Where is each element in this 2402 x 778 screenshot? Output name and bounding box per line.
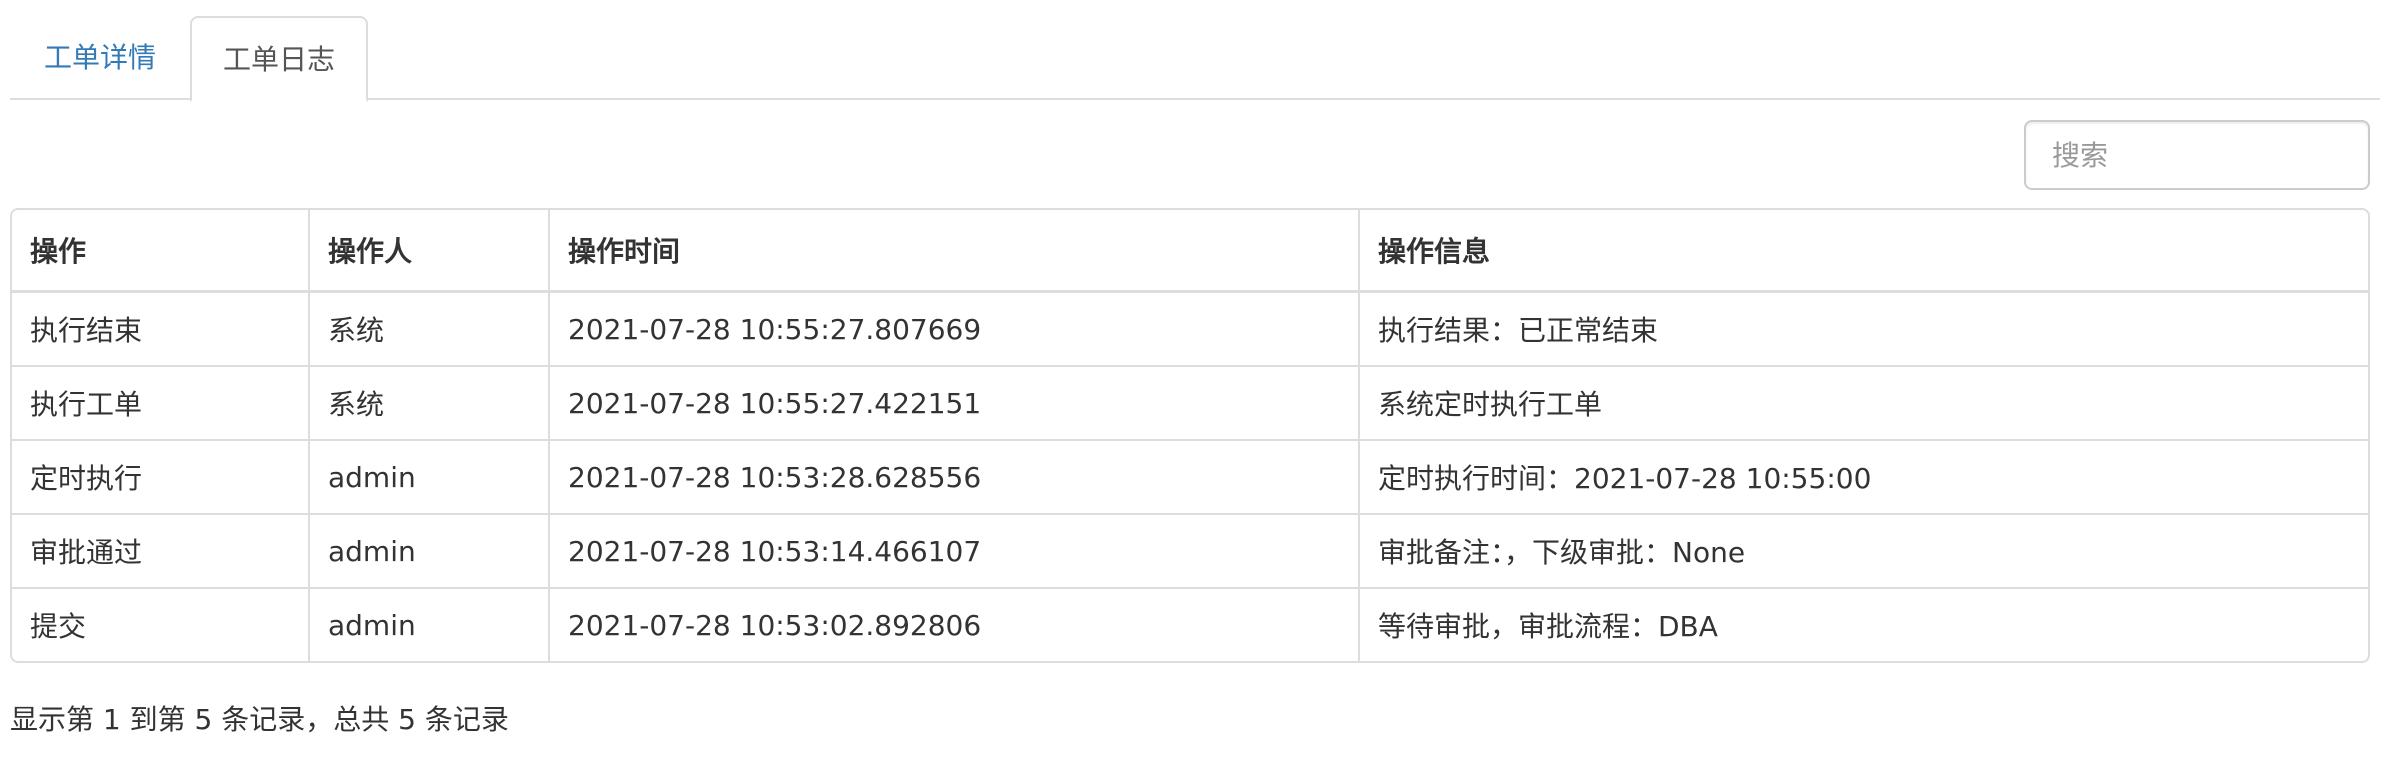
cell-operation: 执行工单 bbox=[12, 366, 310, 441]
cell-operation: 定时执行 bbox=[12, 440, 310, 515]
column-header-operation[interactable]: 操作 bbox=[12, 210, 310, 293]
cell-operation-info: 执行结果：已正常结束 bbox=[1359, 291, 2368, 367]
cell-operator: admin bbox=[309, 440, 550, 515]
cell-operation: 执行结束 bbox=[12, 291, 310, 367]
cell-operation-info: 定时执行时间：2021-07-28 10:55:00 bbox=[1359, 440, 2368, 515]
search-container bbox=[2024, 120, 2370, 190]
cell-operation-info: 系统定时执行工单 bbox=[1359, 366, 2368, 441]
log-table: 操作 操作人 操作时间 操作信息 执行结束 系统 2021-07-28 10:5… bbox=[12, 210, 2368, 661]
column-header-operator[interactable]: 操作人 bbox=[309, 210, 550, 293]
cell-operator: admin bbox=[309, 588, 550, 661]
cell-operator: 系统 bbox=[309, 291, 550, 367]
tab-ticket-details[interactable]: 工单详情 bbox=[10, 16, 190, 100]
cell-operation: 审批通过 bbox=[12, 514, 310, 589]
search-input[interactable] bbox=[2024, 120, 2370, 190]
table-row: 定时执行 admin 2021-07-28 10:53:28.628556 定时… bbox=[12, 440, 2368, 515]
cell-operator: admin bbox=[309, 514, 550, 589]
table-row: 提交 admin 2021-07-28 10:53:02.892806 等待审批… bbox=[12, 588, 2368, 661]
cell-operation-time: 2021-07-28 10:55:27.807669 bbox=[549, 291, 1360, 367]
cell-operation-info: 审批备注：，下级审批：None bbox=[1359, 514, 2368, 589]
table-header-row: 操作 操作人 操作时间 操作信息 bbox=[12, 210, 2368, 293]
table-row: 审批通过 admin 2021-07-28 10:53:14.466107 审批… bbox=[12, 514, 2368, 589]
table-row: 执行结束 系统 2021-07-28 10:55:27.807669 执行结果：… bbox=[12, 291, 2368, 367]
tab-ticket-log[interactable]: 工单日志 bbox=[190, 16, 368, 102]
cell-operation-time: 2021-07-28 10:53:02.892806 bbox=[549, 588, 1360, 661]
column-header-operation-info[interactable]: 操作信息 bbox=[1359, 210, 2368, 293]
tab-bar: 工单详情 工单日志 bbox=[10, 16, 2380, 102]
cell-operator: 系统 bbox=[309, 366, 550, 441]
table-row: 执行工单 系统 2021-07-28 10:55:27.422151 系统定时执… bbox=[12, 366, 2368, 441]
cell-operation: 提交 bbox=[12, 588, 310, 661]
column-header-operation-time[interactable]: 操作时间 bbox=[549, 210, 1360, 293]
pagination-info: 显示第 1 到第 5 条记录，总共 5 条记录 bbox=[10, 703, 509, 736]
cell-operation-time: 2021-07-28 10:55:27.422151 bbox=[549, 366, 1360, 441]
log-table-container: 操作 操作人 操作时间 操作信息 执行结束 系统 2021-07-28 10:5… bbox=[10, 208, 2370, 663]
cell-operation-time: 2021-07-28 10:53:28.628556 bbox=[549, 440, 1360, 515]
cell-operation-info: 等待审批，审批流程：DBA bbox=[1378, 610, 1718, 643]
cell-operation-time: 2021-07-28 10:53:14.466107 bbox=[549, 514, 1360, 589]
